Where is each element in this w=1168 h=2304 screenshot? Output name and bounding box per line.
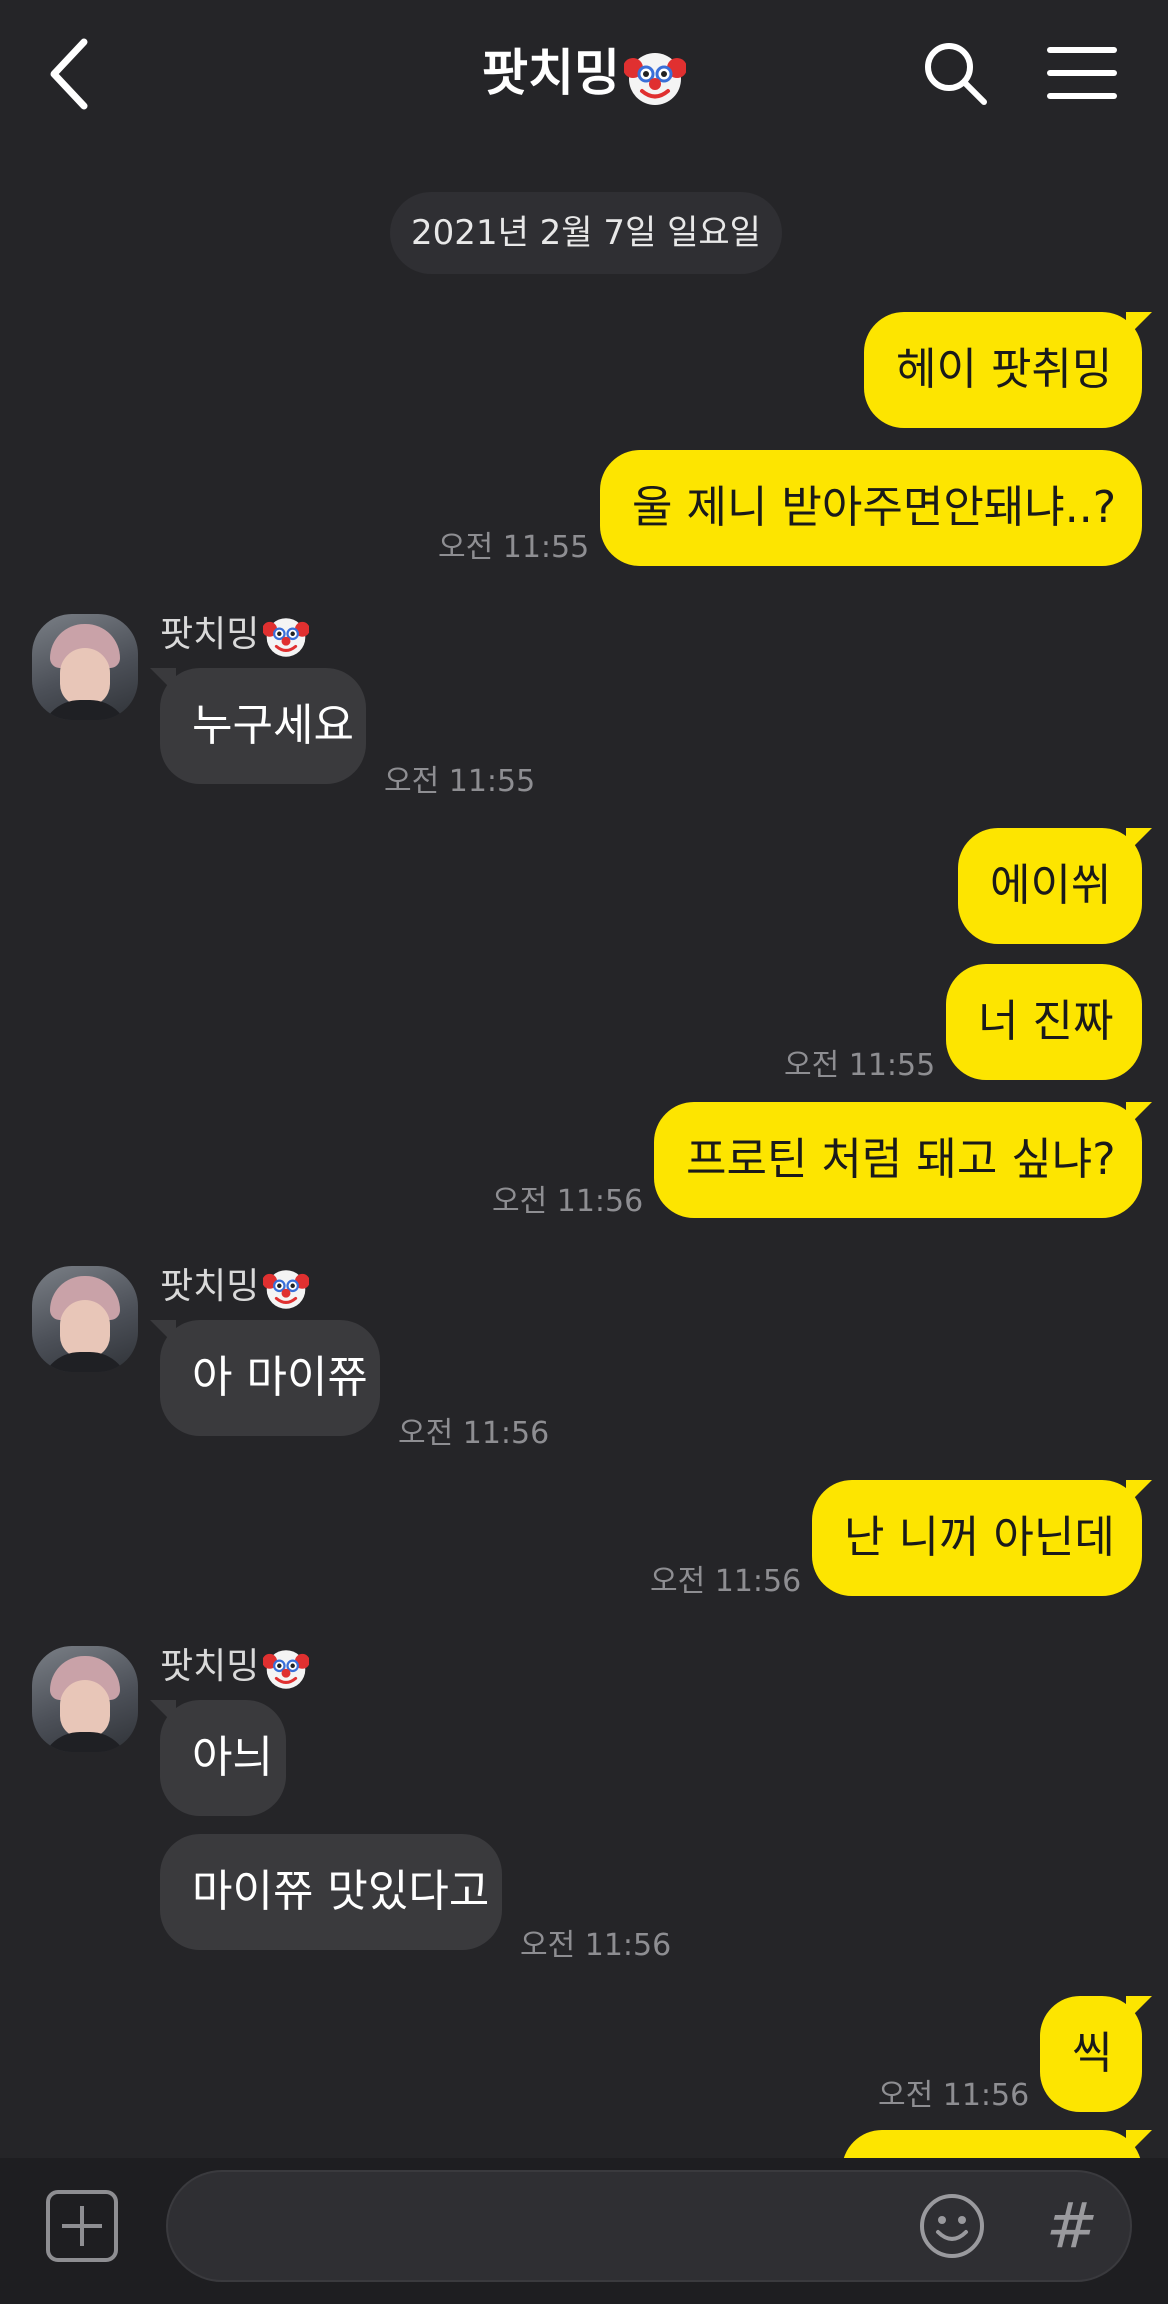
clown-face-icon bbox=[624, 52, 686, 105]
attach-plus-button[interactable] bbox=[46, 2190, 118, 2262]
message-timestamp: 오전 11:56 bbox=[520, 1928, 672, 1963]
their-message-bubble[interactable]: 아늬 bbox=[150, 1700, 286, 1816]
their-message-bubble[interactable]: 아 마이쮸 bbox=[150, 1320, 380, 1436]
message-timestamp: 오전 11:55 bbox=[438, 530, 590, 565]
avatar[interactable] bbox=[32, 1266, 138, 1372]
chat-header: 팟치밍 bbox=[0, 0, 1168, 150]
sender-name-text: 팟치밍 bbox=[160, 1266, 260, 1307]
my-message-bubble[interactable]: 에이쒸 bbox=[958, 828, 1152, 944]
my-message-bubble[interactable]: 울 제니 받아주면안돼냐..? bbox=[600, 450, 1142, 566]
their-message-bubble[interactable]: 마이쮸 맛있다고 bbox=[160, 1834, 502, 1950]
sender-name: 팟치밍 bbox=[160, 610, 310, 660]
avatar[interactable] bbox=[32, 614, 138, 720]
message-timestamp: 오전 11:56 bbox=[492, 1184, 644, 1219]
chat-title[interactable]: 팟치밍 bbox=[0, 38, 1168, 108]
message-timestamp: 오전 11:56 bbox=[398, 1416, 550, 1451]
sender-name: 팟치밍 bbox=[160, 1262, 310, 1312]
hashtag-icon[interactable]: # bbox=[1042, 2188, 1102, 2264]
sender-name: 팟치밍 bbox=[160, 1642, 310, 1692]
clown-face-icon bbox=[263, 618, 310, 657]
message-timestamp: 오전 11:55 bbox=[784, 1048, 936, 1083]
message-input-bar: # bbox=[0, 2158, 1168, 2304]
date-divider: 2021년 2월 7일 일요일 bbox=[390, 192, 782, 274]
my-message-bubble[interactable]: 프로틴 처럼 돼고 싶냐? bbox=[654, 1102, 1152, 1218]
clown-face-icon bbox=[263, 1270, 310, 1309]
search-icon[interactable] bbox=[920, 38, 990, 108]
chat-title-text: 팟치밍 bbox=[482, 44, 620, 102]
hamburger-menu-icon[interactable] bbox=[1046, 42, 1118, 104]
my-message-bubble[interactable]: 너 진짜 bbox=[946, 964, 1142, 1080]
avatar[interactable] bbox=[32, 1646, 138, 1752]
their-message-bubble[interactable]: 누구세요 bbox=[150, 668, 366, 784]
emoji-smile-icon[interactable] bbox=[918, 2192, 986, 2260]
message-input[interactable] bbox=[166, 2170, 1132, 2282]
sender-name-text: 팟치밍 bbox=[160, 614, 260, 655]
my-message-bubble[interactable]: 씩 bbox=[1040, 1996, 1152, 2112]
message-timestamp: 오전 11:56 bbox=[878, 2078, 1030, 2113]
message-timestamp: 오전 11:55 bbox=[384, 764, 536, 799]
message-timestamp: 오전 11:56 bbox=[650, 1564, 802, 1599]
sender-name-text: 팟치밍 bbox=[160, 1646, 260, 1687]
clown-face-icon bbox=[263, 1650, 310, 1689]
my-message-bubble[interactable]: 난 니꺼 아닌데 bbox=[812, 1480, 1152, 1596]
my-message-bubble[interactable]: 헤이 팟취밍 bbox=[864, 312, 1152, 428]
plus-icon bbox=[62, 2206, 102, 2246]
